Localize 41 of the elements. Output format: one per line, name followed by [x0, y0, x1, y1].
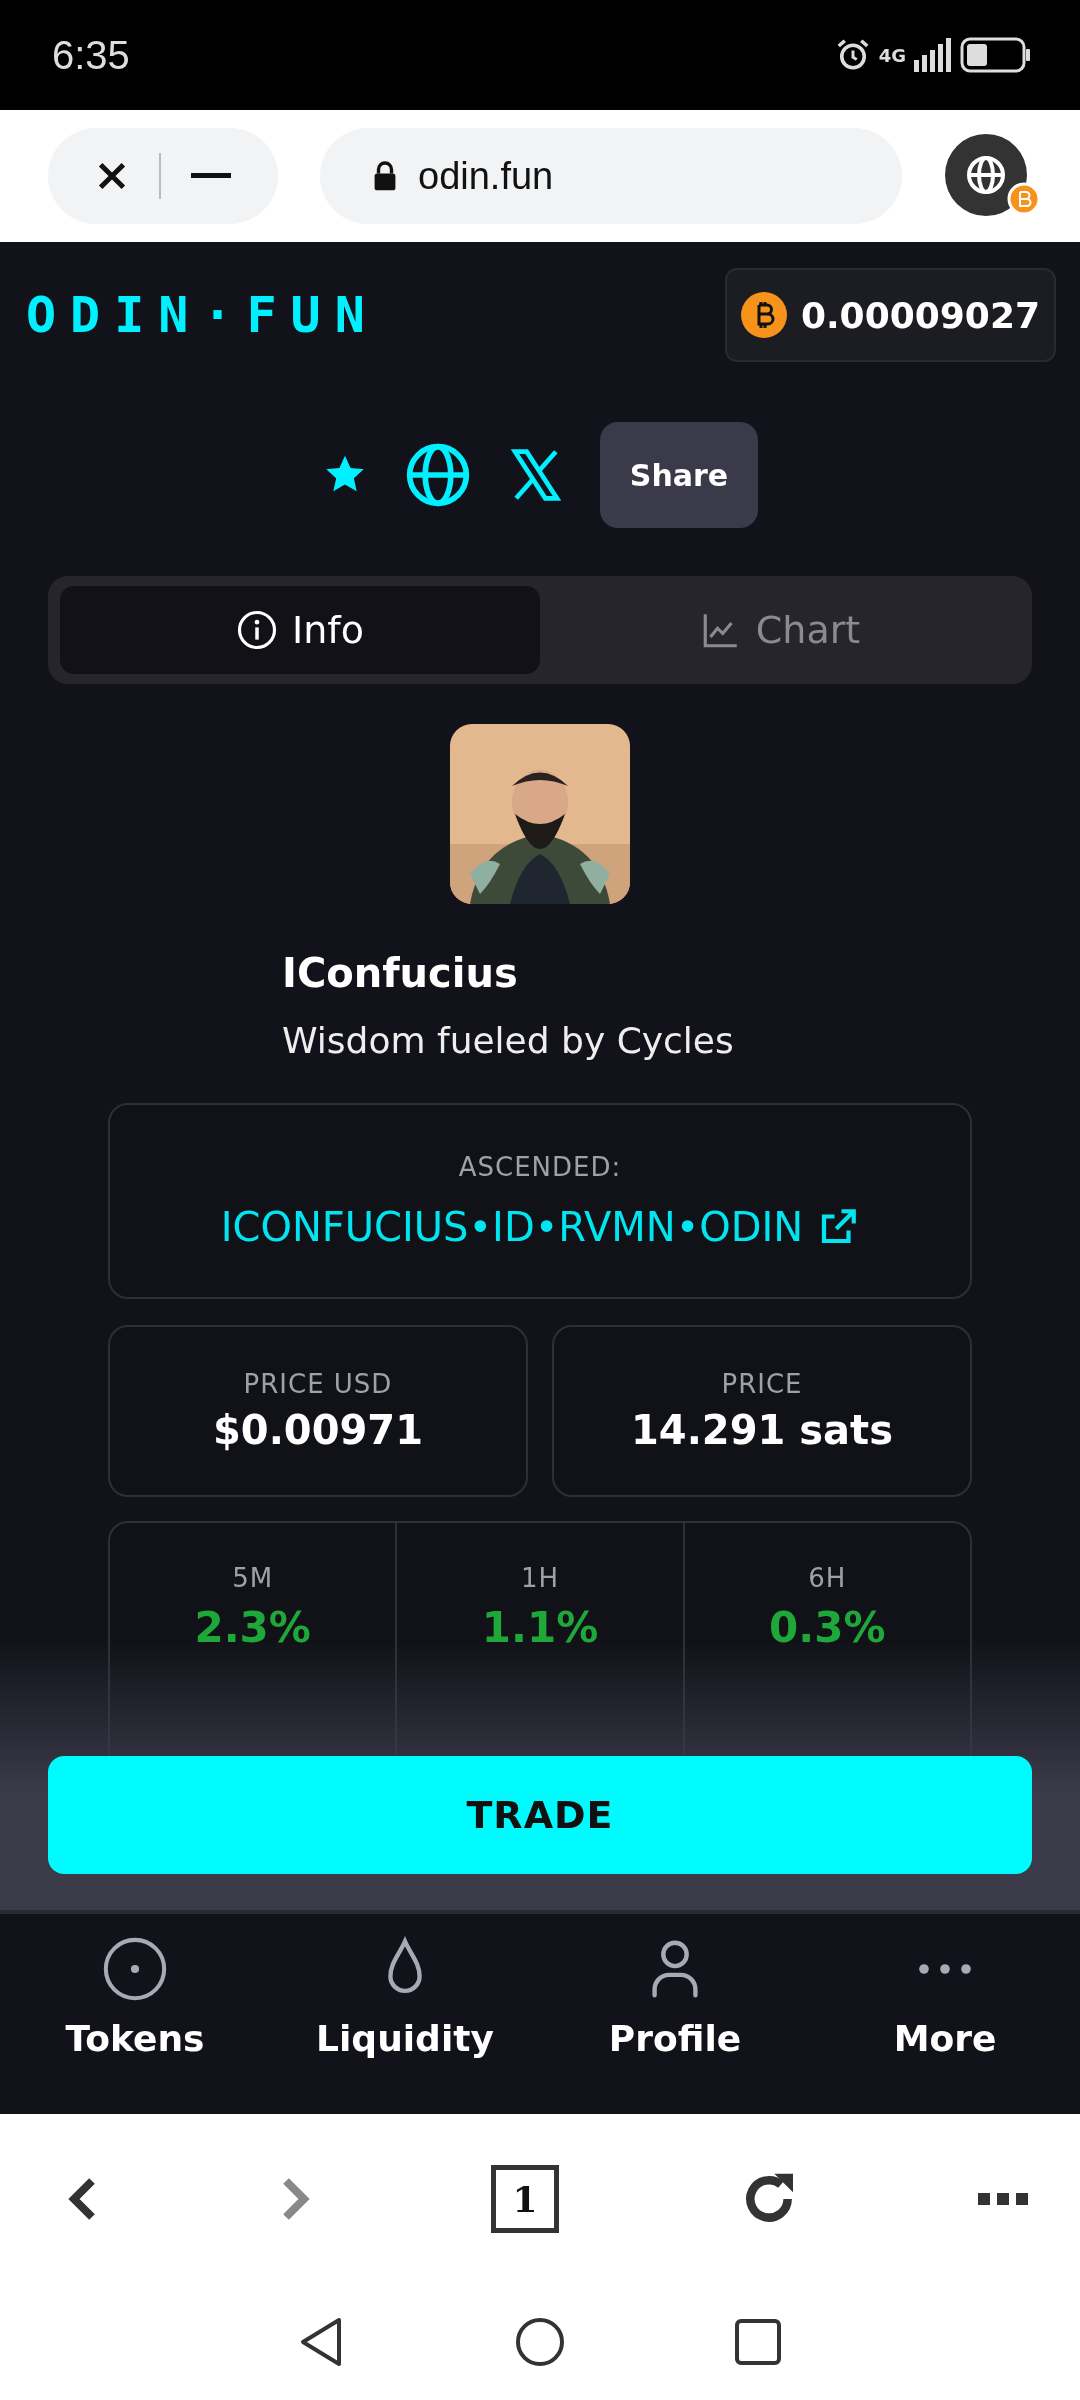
tab[interactable]: Chart [540, 586, 1020, 674]
bitcoin-icon [740, 292, 787, 338]
logo[interactable]: ODIN·FUN [26, 286, 379, 344]
price-value: $0.00971 [213, 1407, 423, 1453]
card-label: ASCENDED: [458, 1152, 622, 1182]
change-value: 2.3% [194, 1603, 311, 1652]
lock-icon [372, 160, 398, 192]
network-type: 4G [878, 44, 906, 66]
tab-count[interactable]: 1 [491, 2165, 559, 2233]
signal-icon [914, 38, 952, 72]
period-label: 5M [232, 1563, 274, 1593]
nav-item[interactable]: Tokens [0, 1914, 270, 2114]
address-bar[interactable]: odin.fun [320, 128, 902, 224]
balance-badge[interactable]: 0.00009027 [724, 268, 1056, 362]
minimize-icon[interactable] [191, 171, 231, 181]
info-icon [236, 609, 279, 651]
share-button[interactable]: Share [600, 422, 758, 528]
recents-icon[interactable] [735, 2319, 781, 2365]
card-label: PRICE [721, 1369, 803, 1399]
card-label: PRICE USD [243, 1369, 393, 1399]
menu-icon[interactable] [978, 2191, 1028, 2207]
tab[interactable]: Info [60, 586, 540, 674]
trade-button[interactable]: TRADE [48, 1756, 1032, 1874]
price-value: 14.291 sats [631, 1407, 893, 1453]
ascended-link[interactable]: ICONFUCIUS•ID•RVMN•ODIN [220, 1204, 804, 1250]
period-label: 6H [808, 1563, 847, 1593]
clock-time: 6:35 [52, 32, 130, 78]
globe-icon[interactable] [404, 441, 472, 509]
nav-item[interactable]: Profile [540, 1914, 810, 2114]
change-value: 1.1% [481, 1603, 599, 1652]
more-icon [916, 1963, 974, 1975]
change-value: 0.3% [769, 1603, 886, 1652]
globe-badge-icon[interactable] [944, 133, 1040, 219]
home-icon[interactable] [515, 2317, 565, 2367]
nav-item[interactable]: More [810, 1914, 1080, 2114]
period-label: 1H [520, 1563, 560, 1593]
battery-icon [960, 37, 1032, 73]
token-description: Wisdom fueled by Cycles [282, 1020, 735, 1061]
nav-item[interactable]: Liquidity [270, 1914, 540, 2114]
token-name: IConfucius [282, 950, 519, 996]
x-logo-icon[interactable] [508, 447, 564, 503]
